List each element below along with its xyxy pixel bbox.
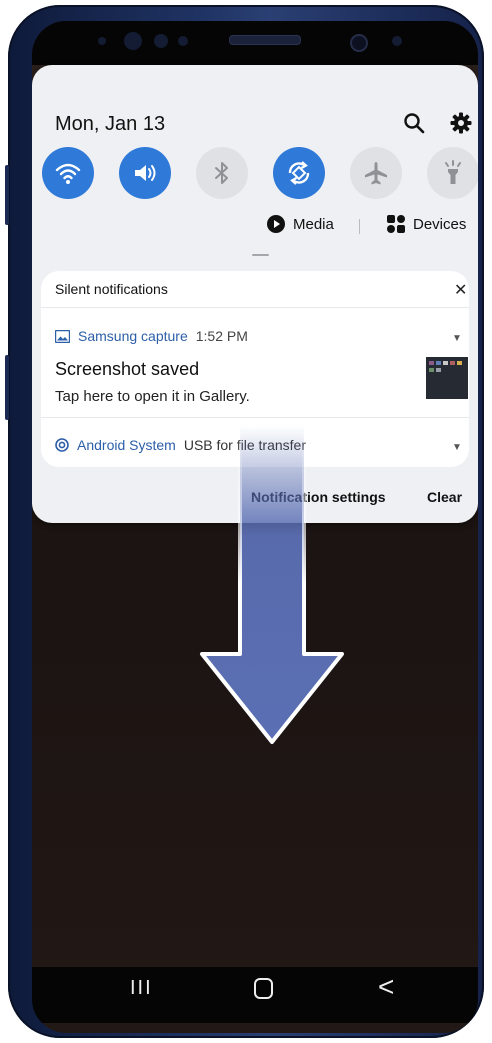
sensor (392, 36, 402, 46)
recents-button[interactable]: III (130, 977, 153, 1000)
bluetooth-toggle[interactable] (196, 147, 248, 199)
section-title: Silent notifications (55, 281, 168, 297)
search-icon[interactable] (402, 111, 426, 135)
notification-title[interactable]: Screenshot saved (55, 359, 199, 380)
notification-time: 1:52 PM (195, 328, 248, 344)
navigation-bar: III < (32, 967, 478, 1023)
app-name: Samsung capture (78, 328, 188, 344)
notification-body[interactable]: Tap here to open it in Gallery. (55, 388, 250, 405)
devices-icon (387, 215, 405, 233)
wifi-toggle[interactable] (42, 147, 94, 199)
divider (359, 219, 360, 234)
devices-label: Devices (413, 215, 467, 233)
gear-icon[interactable] (449, 111, 473, 135)
media-devices-row: Media Devices (32, 215, 478, 241)
airplane-toggle[interactable] (350, 147, 402, 199)
flashlight-icon (445, 160, 461, 184)
clear-button[interactable]: Clear (427, 489, 462, 505)
sensor (124, 32, 142, 50)
divider (41, 417, 469, 418)
volume-icon (135, 165, 156, 181)
back-button[interactable]: < (378, 971, 394, 1003)
volume-key (5, 165, 9, 225)
screen: Mon, Jan 13 Media Devices Silent notific… (32, 21, 478, 1033)
app-name: Android System (77, 437, 176, 453)
bluetooth-icon (215, 162, 228, 184)
chevron-down-icon[interactable]: ▼ (452, 333, 462, 344)
media-label: Media (293, 215, 334, 233)
sound-toggle[interactable] (119, 147, 171, 199)
media-button[interactable]: Media (267, 215, 334, 233)
sensor (98, 37, 106, 45)
chevron-down-icon[interactable]: ▼ (452, 442, 462, 453)
front-camera (350, 34, 368, 52)
android-system-icon (55, 438, 69, 452)
sensor (178, 36, 188, 46)
status-bar (32, 21, 478, 65)
divider (41, 307, 469, 308)
airplane-icon (365, 162, 387, 185)
rotate-icon (288, 161, 310, 185)
auto-rotate-toggle[interactable] (273, 147, 325, 199)
sensor (154, 34, 168, 48)
earpiece-speaker (229, 35, 301, 45)
home-button[interactable] (254, 978, 273, 999)
wifi-icon (55, 163, 81, 184)
notification-header[interactable]: Samsung capture 1:52 PM (55, 328, 248, 344)
phone-frame: Mon, Jan 13 Media Devices Silent notific… (5, 5, 484, 1038)
panel-drag-handle[interactable] (252, 254, 269, 256)
date-label: Mon, Jan 13 (55, 113, 166, 135)
close-icon[interactable]: ✕ (454, 283, 467, 299)
devices-button[interactable]: Devices (387, 215, 466, 233)
play-circle-icon (267, 215, 285, 233)
swipe-down-arrow (200, 426, 344, 744)
screenshot-thumbnail[interactable] (426, 357, 468, 399)
gallery-icon (55, 329, 70, 343)
flashlight-toggle[interactable] (427, 147, 478, 199)
bixby-key (5, 355, 9, 420)
